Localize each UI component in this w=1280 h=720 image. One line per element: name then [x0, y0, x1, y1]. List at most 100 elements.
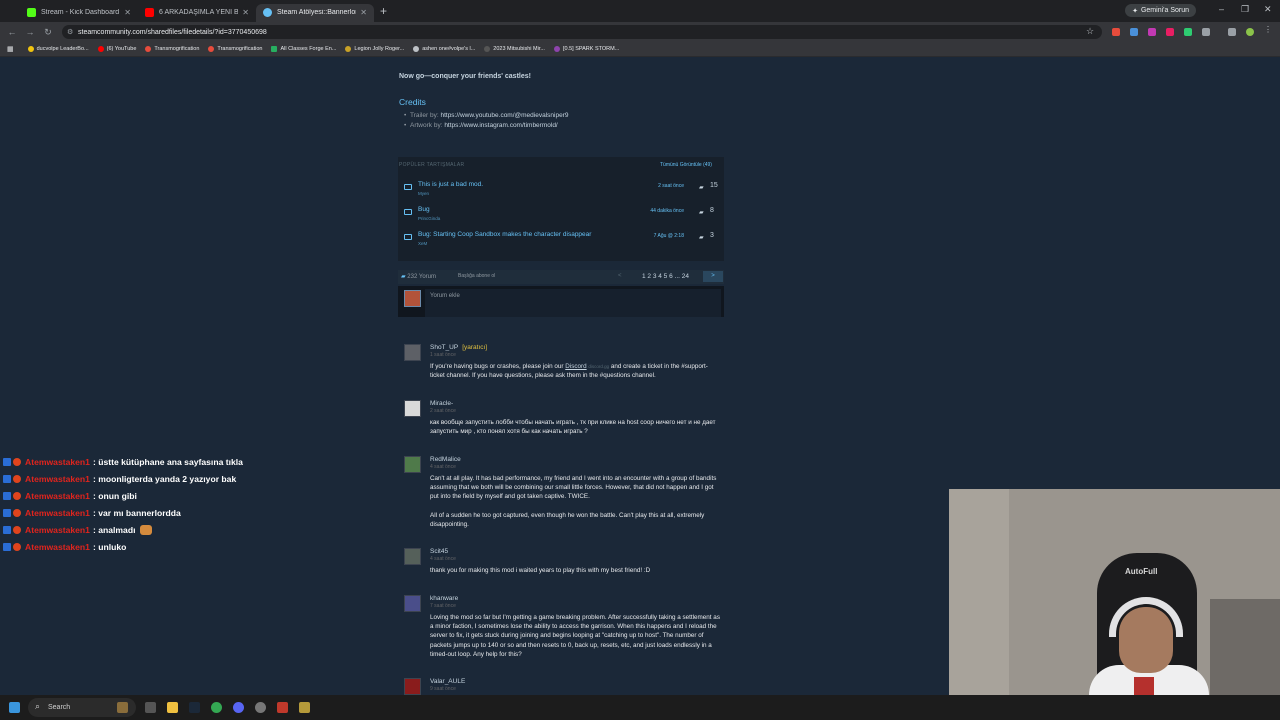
comment-author[interactable]: Valar_AULE	[430, 678, 465, 685]
stream-chat-overlay: Atemwastaken1: üstte kütüphane ana sayfa…	[0, 397, 346, 552]
chat-message: Atemwastaken1: onun gibi	[3, 487, 137, 504]
thread-title[interactable]: Bug: Starting Coop Sandbox makes the cha…	[418, 231, 591, 238]
extension-icon[interactable]	[1166, 28, 1174, 36]
avatar[interactable]	[404, 595, 421, 612]
bookmark-label: Legion Jolly Roger...	[354, 46, 405, 52]
forward-icon[interactable]: →	[21, 27, 39, 37]
pagination[interactable]: 1 2 3 4 5 6 ... 24	[642, 273, 689, 280]
comment-time: 4 saat önce	[430, 464, 456, 470]
avatar[interactable]	[404, 456, 421, 473]
windows-start-icon[interactable]	[9, 702, 20, 713]
bookmark-item[interactable]: ducvolpe LeaderBo...	[27, 46, 89, 52]
reload-icon[interactable]: ↻	[39, 27, 57, 38]
obs-icon[interactable]	[255, 702, 266, 713]
bookmark-item[interactable]: ashen one#volpe's l...	[413, 46, 475, 52]
chrome-icon[interactable]	[211, 702, 222, 713]
credit-link[interactable]: https://www.youtube.com/@medievalsniper9	[440, 112, 568, 119]
bookmark-favicon	[208, 46, 215, 52]
new-tab-icon[interactable]: +	[380, 4, 387, 18]
gemini-button[interactable]: ✦ Gemini'a Sorun	[1125, 4, 1196, 17]
extension-icon[interactable]	[1148, 28, 1156, 36]
minimize-icon[interactable]: –	[1219, 4, 1224, 14]
discussion-thread[interactable]: Bug: Starting Coop Sandbox makes the cha…	[404, 231, 722, 253]
webcam-door	[949, 489, 1009, 720]
credit-label: Artwork by:	[410, 122, 445, 129]
tab-kick-dashboard[interactable]: Stream - Kick Dashboard ✕	[20, 4, 138, 22]
tab-steam-workshop[interactable]: Steam Atölyesi::Bannerlord Co ✕	[256, 3, 374, 22]
bookmark-item[interactable]: 2023 Mitsubishi Mir...	[484, 46, 545, 52]
subscribe-thread-link[interactable]: Başlığa abone ol	[458, 273, 495, 279]
close-window-icon[interactable]: ✕	[1264, 4, 1272, 15]
bookmark-item[interactable]: [0.5] SPARK STORM...	[553, 46, 619, 52]
bookmark-item[interactable]: Transmogrification	[208, 46, 262, 52]
browser-tab-bar: Stream - Kick Dashboard ✕ 6 ARKADAŞIMLA …	[0, 0, 1280, 22]
steam-taskbar-icon[interactable]	[189, 702, 200, 713]
bannerlord-icon[interactable]	[299, 702, 310, 713]
comment-author[interactable]: khanware	[430, 595, 458, 602]
chat-username: Atemwastaken1	[25, 541, 90, 552]
widget-icon[interactable]	[117, 702, 128, 713]
profile-avatar[interactable]	[1246, 28, 1254, 36]
file-explorer-icon[interactable]	[167, 702, 178, 713]
close-tab-icon[interactable]: ✕	[242, 8, 249, 17]
discussion-thread[interactable]: This is just a bad mod. Myen 2 saat önce…	[404, 181, 722, 203]
badge-icon	[3, 525, 11, 534]
steam-icon	[263, 8, 272, 17]
author-name[interactable]: ShoT_UP	[430, 344, 458, 351]
extensions-puzzle-icon[interactable]	[1202, 28, 1210, 36]
chat-username: Atemwastaken1	[25, 524, 90, 535]
thread-time: 7 Ağu @ 2:18	[653, 233, 684, 239]
tab-youtube-video[interactable]: 6 ARKADAŞIMLA YENİ BANNER ✕	[138, 4, 256, 22]
badge-icon	[13, 508, 21, 517]
site-info-icon[interactable]: ⚙	[67, 28, 73, 36]
search-icon: ⌕	[35, 701, 41, 711]
comment-author[interactable]: Miracle-	[430, 400, 453, 407]
comment-author[interactable]: ShoT_UP [yaratıcı]	[430, 344, 487, 351]
badge-icon	[3, 508, 11, 517]
badge-icon	[3, 542, 11, 551]
comments-icon: ▰	[401, 274, 406, 280]
thread-title[interactable]: This is just a bad mod.	[418, 181, 483, 188]
avatar[interactable]	[404, 400, 421, 417]
bookmark-item[interactable]: Legion Jolly Roger...	[345, 46, 404, 52]
description-text: Now go—conquer your friends' castles!	[399, 73, 531, 80]
prev-page-icon[interactable]: <	[618, 273, 622, 279]
view-all-discussions-link[interactable]: Tümünü Görüntüle (49)	[660, 162, 712, 168]
close-tab-icon[interactable]: ✕	[124, 8, 131, 17]
next-page-button[interactable]: >	[703, 271, 723, 282]
thread-time: 2 saat önce	[658, 183, 684, 189]
comment-text: thank you for making this mod i waited y…	[430, 567, 651, 574]
bookmark-item[interactable]: All Classes Forge En...	[271, 46, 336, 52]
extension-icon[interactable]	[1112, 28, 1120, 36]
comment-input[interactable]	[425, 289, 721, 317]
bookmark-item[interactable]: Transmogrification	[145, 46, 199, 52]
app-icon[interactable]	[277, 702, 288, 713]
comment-author[interactable]: RedMalice	[430, 456, 461, 463]
sidebar-icon[interactable]	[1228, 28, 1236, 36]
discussion-thread[interactable]: Bug PrincGinda 44 dakika önce ▰ 8	[404, 206, 722, 228]
close-tab-icon[interactable]: ✕	[360, 8, 367, 17]
credit-link[interactable]: https://www.instagram.com/timbermold/	[444, 122, 557, 129]
avatar[interactable]	[404, 548, 421, 565]
badge-icon	[3, 491, 11, 500]
avatar[interactable]	[404, 344, 421, 361]
comment-text: If you're having bugs or crashes, please…	[430, 362, 722, 380]
thread-title[interactable]: Bug	[418, 206, 430, 213]
discord-link[interactable]: Discord	[565, 363, 586, 370]
task-view-icon[interactable]	[145, 702, 156, 713]
extension-icon[interactable]	[1184, 28, 1192, 36]
bookmark-label: ashen one#volpe's l...	[422, 46, 476, 52]
back-icon[interactable]: ←	[3, 27, 21, 37]
extension-icon[interactable]	[1130, 28, 1138, 36]
comment-author[interactable]: Scit45	[430, 548, 448, 555]
avatar[interactable]	[404, 678, 421, 695]
maximize-icon[interactable]: ❐	[1241, 4, 1249, 15]
discord-icon[interactable]	[233, 702, 244, 713]
bookmark-star-icon[interactable]: ☆	[1086, 26, 1094, 37]
apps-icon[interactable]: ▦	[7, 45, 14, 53]
url-field[interactable]: ⚙ steamcommunity.com/sharedfiles/filedet…	[62, 25, 1102, 39]
reply-count: 15	[710, 182, 718, 189]
youtube-icon	[145, 8, 154, 17]
bookmark-item[interactable]: (6) YouTube	[97, 46, 136, 52]
menu-icon[interactable]: ⋮	[1264, 25, 1272, 34]
